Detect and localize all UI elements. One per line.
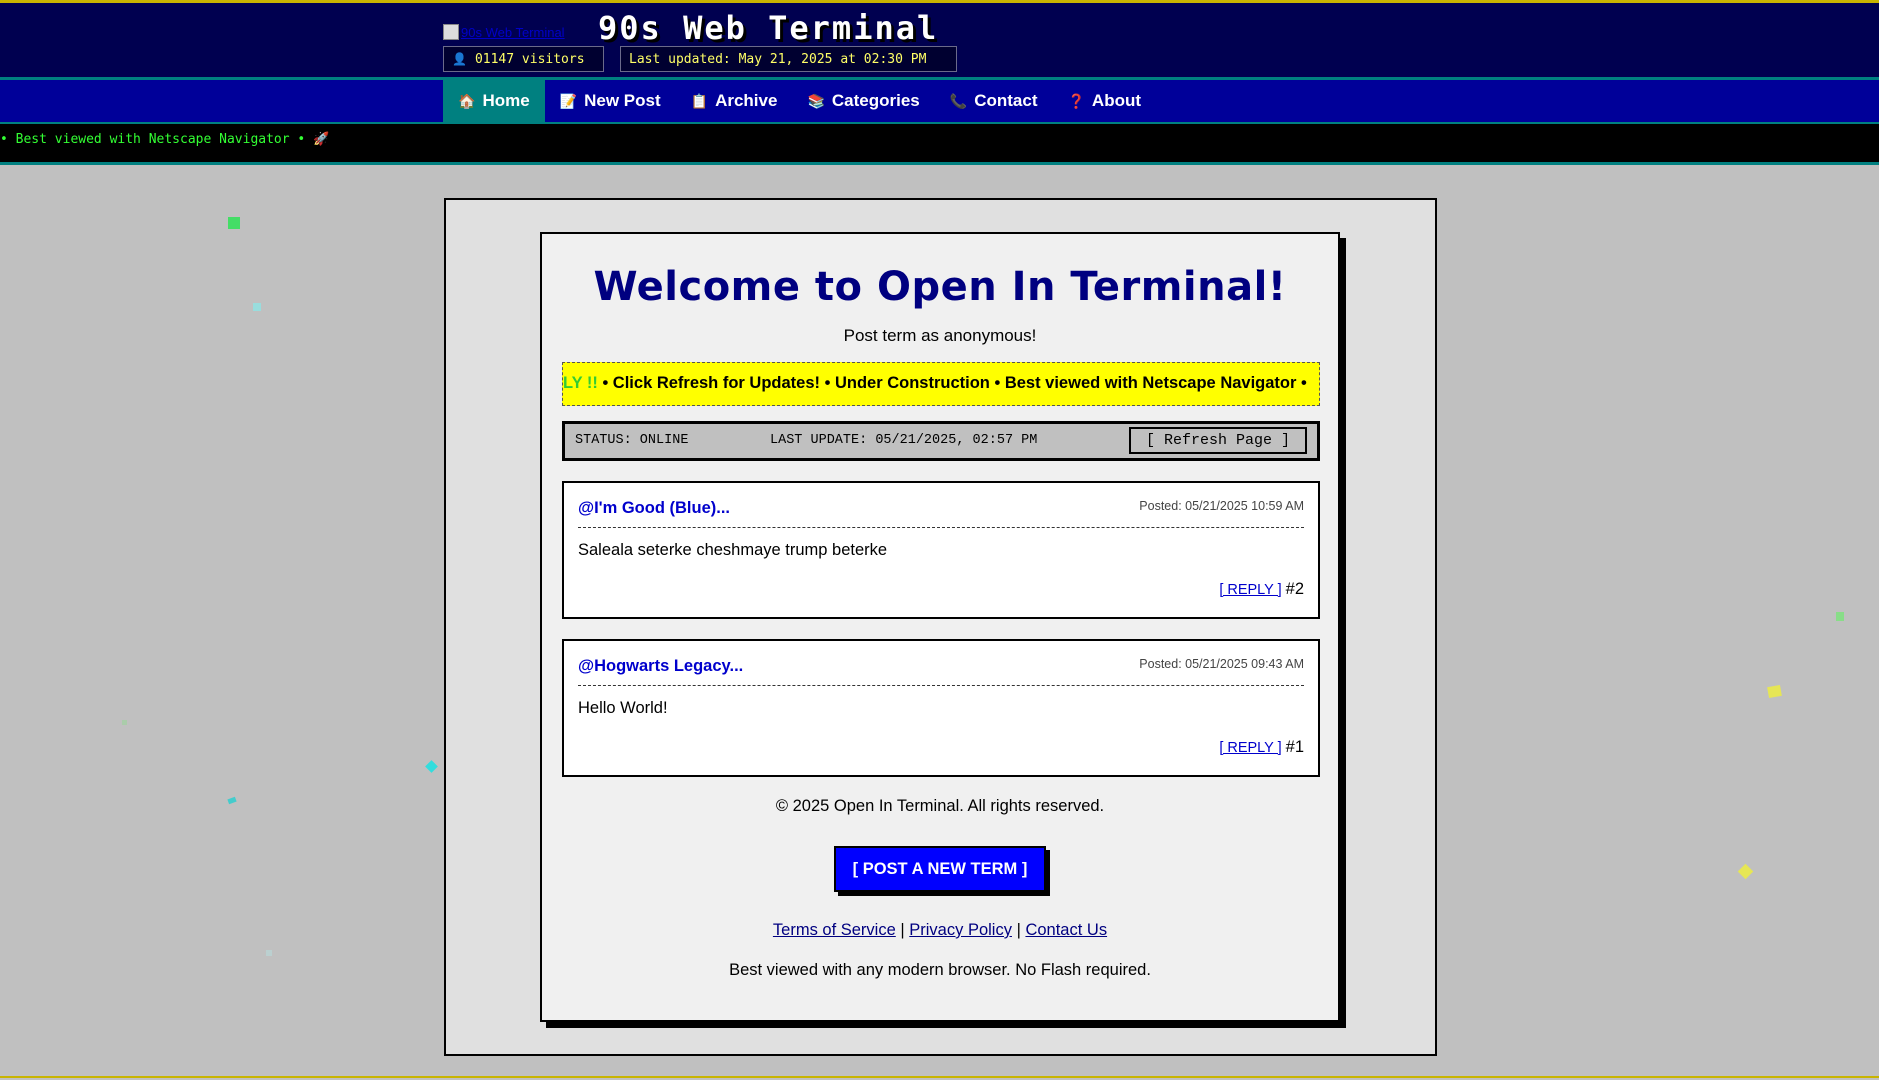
confetti-square	[122, 720, 127, 725]
link-separator: |	[900, 921, 905, 939]
visitor-counter: 👤 01147 visitors	[443, 46, 604, 72]
reply-link[interactable]: [ REPLY ]	[1219, 740, 1281, 756]
contact-link[interactable]: Contact Us	[1025, 921, 1107, 939]
post-number: #2	[1285, 580, 1304, 598]
visitor-count: 01147 visitors	[474, 51, 585, 67]
last-updated-text: Last updated: May 21, 2025 at 02:30 PM	[629, 51, 927, 67]
post-card: @I'm Good (Blue)... Posted: 05/21/2025 1…	[562, 481, 1320, 619]
reply-link[interactable]: [ REPLY ]	[1219, 582, 1281, 598]
books-icon: 📚	[807, 92, 825, 109]
main-nav: 🏠 Home 📝 New Post 📋 Archive 📚 Categories…	[0, 80, 1879, 124]
nav-label: About	[1091, 91, 1142, 110]
clipboard-icon: 📋	[690, 92, 709, 109]
confetti-square	[227, 796, 237, 805]
page-title: Welcome to Open In Terminal!	[593, 264, 1287, 310]
confetti-square	[266, 950, 272, 956]
best-viewed-text: Best viewed with any modern browser. No …	[729, 961, 1151, 979]
nav-item-categories[interactable]: 📚 Categories	[792, 80, 934, 122]
page-subtitle: Post term as anonymous!	[843, 326, 1037, 345]
marquee-text: • Click Refresh for Updates! • Under Con…	[597, 374, 1307, 392]
status-text: STATUS: ONLINE	[575, 433, 689, 448]
site-title: 90s Web Terminal	[598, 9, 939, 47]
announcement-marquee: LY !! • Click Refresh for Updates! • Und…	[562, 362, 1320, 406]
post-card: @Hogwarts Legacy... Posted: 05/21/2025 0…	[562, 639, 1320, 777]
nav-item-about[interactable]: ❓ About	[1052, 80, 1156, 122]
house-icon: 🏠	[458, 92, 476, 109]
bottom-border	[0, 1076, 1879, 1078]
nav-item-home[interactable]: 🏠 Home	[443, 80, 545, 122]
nav-label: Contact	[974, 91, 1038, 110]
status-bar: STATUS: ONLINE LAST UPDATE: 05/21/2025, …	[562, 421, 1320, 461]
footer-links: Terms of Service | Privacy Policy | Cont…	[542, 921, 1338, 940]
phone-icon: 📞	[949, 92, 968, 109]
site-logo[interactable]: 90s Web Terminal	[443, 23, 593, 41]
copyright-text: © 2025 Open In Terminal. All rights rese…	[775, 797, 1105, 815]
ticker-text: • Best viewed with Netscape Navigator • …	[0, 132, 330, 147]
nav-label: New Post	[584, 91, 661, 110]
last-update-text: LAST UPDATE: 05/21/2025, 02:57 PM	[770, 433, 1038, 448]
broken-image-icon	[443, 24, 459, 40]
confetti-square	[1737, 863, 1754, 880]
post-divider	[578, 685, 1304, 686]
post-divider	[578, 527, 1304, 528]
confetti-square	[253, 303, 261, 311]
post-new-term-button[interactable]: [ POST A NEW TERM ]	[834, 846, 1046, 892]
nav-label: Archive	[715, 91, 778, 110]
user-icon: 👤	[452, 52, 467, 66]
nav-item-archive[interactable]: 📋 Archive	[676, 80, 793, 122]
nav-label: Categories	[831, 91, 920, 110]
post-body: Saleala seterke cheshmaye trump beterke	[578, 541, 888, 559]
post-date: Posted: 05/21/2025 10:59 AM	[1139, 499, 1304, 513]
confetti-square	[425, 760, 438, 773]
terms-link[interactable]: Terms of Service	[773, 921, 896, 939]
logo-alt-text: 90s Web Terminal	[461, 24, 565, 40]
post-author[interactable]: @I'm Good (Blue)...	[578, 499, 730, 518]
memo-icon: 📝	[559, 92, 578, 109]
post-author[interactable]: @Hogwarts Legacy...	[578, 657, 743, 676]
post-date: Posted: 05/21/2025 09:43 AM	[1139, 657, 1304, 671]
post-body: Hello World!	[578, 699, 668, 717]
confetti-square	[1767, 684, 1782, 699]
nav-label: Home	[482, 91, 530, 110]
last-updated-badge: Last updated: May 21, 2025 at 02:30 PM	[620, 46, 957, 72]
question-icon: ❓	[1067, 92, 1085, 109]
post-number: #1	[1285, 738, 1304, 756]
marquee-highlight: LY !!	[563, 374, 598, 392]
main-card: Welcome to Open In Terminal! Post term a…	[540, 232, 1340, 1022]
privacy-link[interactable]: Privacy Policy	[909, 921, 1012, 939]
link-separator: |	[1016, 921, 1021, 939]
nav-item-new-post[interactable]: 📝 New Post	[545, 80, 676, 122]
site-header: 90s Web Terminal 90s Web Terminal 👤 0114…	[0, 0, 1879, 80]
nav-item-contact[interactable]: 📞 Contact	[935, 80, 1053, 122]
scrolling-ticker: • Best viewed with Netscape Navigator • …	[0, 124, 1879, 165]
confetti-square	[228, 217, 240, 229]
confetti-square	[1836, 612, 1844, 621]
refresh-page-button[interactable]: [ Refresh Page ]	[1129, 427, 1307, 454]
